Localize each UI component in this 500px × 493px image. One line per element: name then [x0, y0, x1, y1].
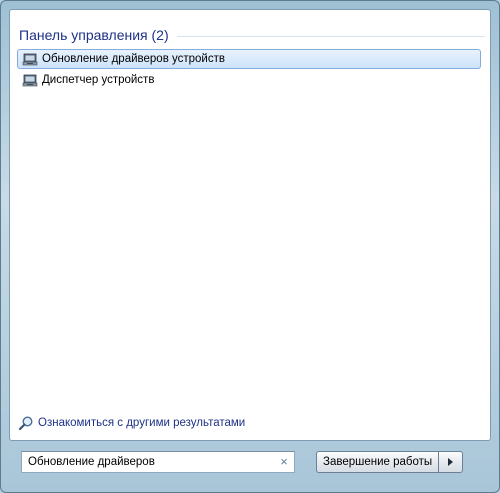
- result-item-label: Диспетчер устройств: [42, 74, 155, 86]
- see-more-results-link[interactable]: Ознакомиться с другими результатами: [18, 415, 245, 431]
- shutdown-options-button[interactable]: [439, 451, 464, 473]
- search-input[interactable]: Обновление драйверов ×: [21, 451, 295, 473]
- shutdown-button[interactable]: Завершение работы: [316, 451, 440, 473]
- shutdown-controls: Завершение работы: [316, 451, 464, 473]
- start-menu: Панель управления (2) Обновление драйвер…: [0, 0, 500, 493]
- result-item-update-drivers[interactable]: Обновление драйверов устройств: [17, 49, 481, 69]
- group-divider: [176, 35, 485, 37]
- results-group-title[interactable]: Панель управления (2): [19, 27, 169, 43]
- results-group-header[interactable]: Панель управления (2): [19, 24, 485, 46]
- device-manager-icon: [22, 53, 38, 66]
- search-input-value[interactable]: Обновление драйверов: [28, 456, 274, 468]
- result-item-label: Обновление драйверов устройств: [42, 53, 225, 65]
- result-item-device-manager[interactable]: Диспетчер устройств: [17, 70, 481, 90]
- arrow-right-icon: [448, 458, 454, 466]
- clear-search-icon[interactable]: ×: [274, 452, 294, 472]
- device-manager-icon: [22, 74, 38, 87]
- see-more-results-label: Ознакомиться с другими результатами: [38, 417, 246, 429]
- magnifier-icon: [18, 416, 33, 431]
